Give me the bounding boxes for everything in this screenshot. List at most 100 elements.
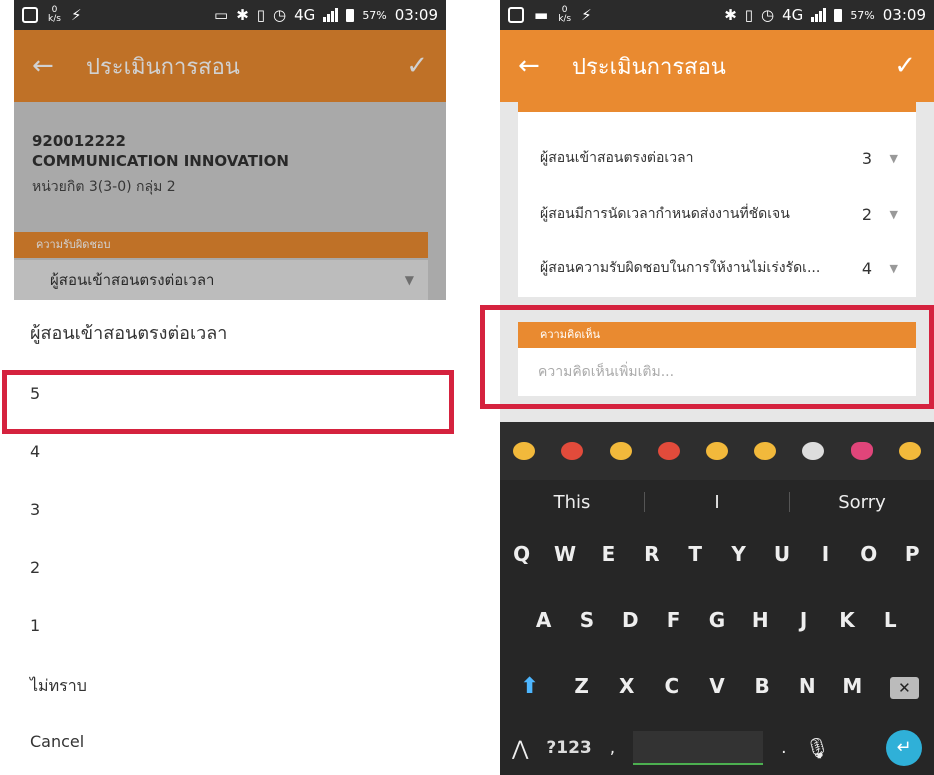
question-dropdown[interactable]: ผู้สอนเข้าสอนตรงต่อเวลา ▼ [14, 260, 428, 300]
key-x[interactable]: X [609, 674, 645, 698]
space-key[interactable] [633, 730, 764, 765]
arrow-left-icon[interactable]: ← [518, 51, 558, 81]
highlight-box-comment [480, 305, 934, 409]
signal-icon [323, 8, 339, 22]
key-h[interactable]: H [742, 608, 778, 632]
key-q[interactable]: Q [504, 542, 540, 566]
chevron-down-icon: ▼ [889, 261, 898, 275]
cancel-button[interactable]: Cancel [30, 732, 84, 751]
emoji-suggestion-row [500, 422, 934, 480]
key-row-1: Q W E R T Y U I O P [500, 524, 934, 584]
check-icon[interactable]: ✓ [894, 51, 916, 81]
key-s[interactable]: S [569, 608, 605, 632]
flash-icon: ⚡ [581, 5, 592, 24]
key-row-3: ⬆ Z X C V B N M ✕ [500, 656, 934, 716]
key-i[interactable]: I [807, 542, 843, 566]
battery-icon [834, 8, 843, 22]
option-3[interactable]: 3 [30, 500, 40, 519]
question-value: 3 [861, 148, 872, 168]
check-icon[interactable]: ✓ [406, 51, 428, 81]
key-m[interactable]: M [834, 674, 870, 698]
suggestion-2[interactable]: I [645, 492, 789, 513]
app-bar: ← ประเมินการสอน ✓ [14, 30, 446, 102]
network-speed: 0 k/s [48, 5, 61, 24]
key-g[interactable]: G [699, 608, 735, 632]
key-d[interactable]: D [612, 608, 648, 632]
key-u[interactable]: U [764, 542, 800, 566]
section-header-clipped [518, 102, 916, 112]
emoji-blush-icon[interactable] [754, 442, 777, 460]
enter-icon[interactable]: ↵ [886, 729, 922, 766]
key-y[interactable]: Y [721, 542, 757, 566]
battery-percent: 57% [362, 8, 387, 22]
suggestion-3[interactable]: Sorry [790, 492, 934, 513]
key-k[interactable]: K [829, 608, 865, 632]
key-c[interactable]: C [654, 674, 690, 698]
option-1[interactable]: 1 [30, 616, 40, 635]
question-text: ผู้สอนมีการนัดเวลากำหนดส่งงานที่ชัดเจน [540, 206, 790, 222]
emoji-sweat-icon[interactable] [898, 442, 921, 460]
key-b[interactable]: B [744, 674, 780, 698]
alarm-icon: ◷ [761, 5, 775, 24]
network-speed: 0 k/s [558, 5, 572, 24]
key-l[interactable]: L [872, 608, 908, 632]
emoji-hearts-icon[interactable] [850, 442, 873, 460]
question-row-1[interactable]: ผู้สอนเข้าสอนตรงต่อเวลา 3 ▼ [540, 140, 898, 176]
key-r[interactable]: R [634, 542, 670, 566]
shift-icon[interactable]: ⬆ [505, 674, 555, 699]
comma-key[interactable]: , [610, 738, 615, 758]
backspace-icon[interactable]: ✕ [879, 674, 929, 699]
emoji-heart-eyes-icon[interactable] [561, 442, 584, 460]
page-title: ประเมินการสอน [86, 54, 240, 80]
bluetooth-icon: ✱ [236, 5, 249, 24]
option-2[interactable]: 2 [30, 558, 40, 577]
question-row-3[interactable]: ผู้สอนความรับผิดชอบในการให้งานไม่เร่งรัด… [540, 250, 898, 286]
key-v[interactable]: V [699, 674, 735, 698]
key-z[interactable]: Z [564, 674, 600, 698]
cast-icon: ▭ [214, 5, 229, 24]
emoji-neutral-icon[interactable] [705, 442, 728, 460]
app-notification-icon [22, 7, 38, 23]
course-code: 920012222 [32, 132, 126, 150]
key-row-bottom: ⋀ ?123 , . 🎙 ↵ [500, 720, 934, 775]
battery-percent: 57% [850, 8, 875, 22]
course-content: 920012222 COMMUNICATION INNOVATION หน่วย… [14, 102, 446, 300]
key-a[interactable]: A [526, 608, 562, 632]
emoji-smile-icon[interactable] [609, 442, 632, 460]
key-e[interactable]: E [590, 542, 626, 566]
key-f[interactable]: F [656, 608, 692, 632]
emoji-grin-icon[interactable] [513, 442, 536, 460]
period-key[interactable]: . [781, 738, 786, 758]
option-4[interactable]: 4 [30, 442, 40, 461]
microphone-icon[interactable]: 🎙 [805, 736, 830, 760]
question-row-2[interactable]: ผู้สอนมีการนัดเวลากำหนดส่งงานที่ชัดเจน 2… [540, 196, 898, 232]
vibrate-icon: ▯ [256, 5, 266, 24]
key-n[interactable]: N [789, 674, 825, 698]
alarm-icon: ◷ [273, 5, 287, 24]
arrow-left-icon[interactable]: ← [32, 51, 72, 81]
question-value: 2 [861, 204, 872, 224]
app-notification-icon [508, 7, 524, 23]
emoji-wave-icon[interactable] [802, 442, 825, 460]
clock: 03:09 [882, 6, 926, 24]
key-row-2: A S D F G H J K L [500, 590, 934, 650]
key-t[interactable]: T [677, 542, 713, 566]
key-j[interactable]: J [786, 608, 822, 632]
key-p[interactable]: P [894, 542, 930, 566]
suggestion-1[interactable]: This [500, 492, 644, 513]
flash-icon: ⚡ [70, 5, 82, 24]
course-meta: หน่วยกิต 3(3-0) กลุ่ม 2 [32, 179, 176, 195]
question-card: ผู้สอนเข้าสอนตรงต่อเวลา 3 ▼ ผู้สอนมีการน… [518, 102, 916, 297]
highlight-box-option [2, 370, 454, 434]
question-value: 4 [861, 258, 872, 278]
symbols-key[interactable]: ?123 [546, 738, 591, 758]
emoji-kiss-icon[interactable] [657, 442, 680, 460]
soft-keyboard: This I Sorry Q W E R T Y U I O P A S D F… [500, 422, 934, 775]
clock: 03:09 [394, 6, 438, 24]
page-title: ประเมินการสอน [572, 54, 726, 80]
key-o[interactable]: O [851, 542, 887, 566]
swipe-icon[interactable]: ⋀ [512, 736, 528, 760]
chevron-down-icon: ▼ [889, 207, 898, 221]
option-unknown[interactable]: ไม่ทราบ [30, 674, 87, 699]
key-w[interactable]: W [547, 542, 583, 566]
